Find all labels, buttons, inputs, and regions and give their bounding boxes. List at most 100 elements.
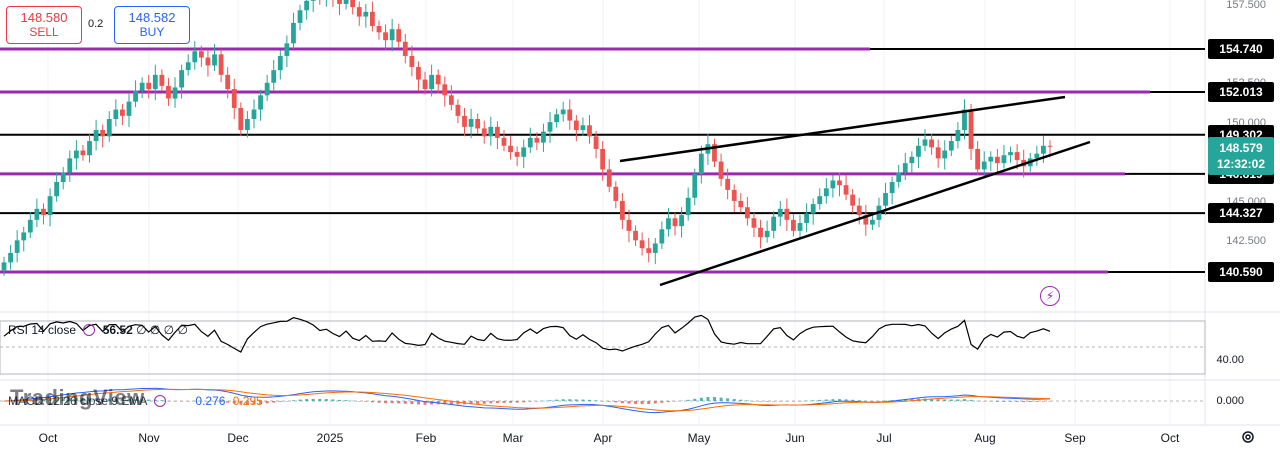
candle[interactable] — [205, 49, 211, 77]
lightning-icon[interactable]: ⚡ — [1040, 286, 1060, 306]
candle[interactable] — [245, 111, 250, 138]
candle[interactable] — [402, 33, 408, 64]
candle[interactable] — [376, 20, 382, 40]
candle[interactable] — [679, 207, 684, 238]
candle[interactable] — [231, 78, 237, 120]
candle[interactable] — [179, 64, 185, 99]
candle[interactable] — [442, 76, 448, 107]
candle[interactable] — [238, 102, 244, 136]
macd-legend[interactable]: MACD 12 26 close 9 EMA 0.276 0.295 — [8, 394, 263, 408]
candle[interactable] — [823, 178, 829, 204]
candle[interactable] — [448, 85, 454, 111]
candle[interactable] — [396, 23, 402, 48]
candle[interactable] — [1008, 146, 1013, 163]
candle[interactable] — [324, 0, 329, 7]
candle[interactable] — [218, 48, 224, 83]
candle[interactable] — [508, 135, 513, 160]
candle[interactable] — [21, 226, 27, 252]
candle[interactable] — [718, 153, 724, 187]
candle[interactable] — [659, 221, 665, 249]
candle[interactable] — [744, 196, 750, 226]
candle[interactable] — [751, 212, 757, 238]
candle[interactable] — [258, 89, 263, 121]
candle[interactable] — [771, 211, 777, 239]
eye-icon[interactable] — [83, 324, 96, 336]
candle[interactable] — [652, 237, 658, 265]
candle[interactable] — [488, 116, 494, 146]
candle[interactable] — [547, 111, 553, 143]
candle[interactable] — [804, 203, 809, 233]
candle[interactable] — [343, 0, 349, 10]
candle[interactable] — [54, 171, 60, 202]
candle[interactable] — [106, 111, 112, 142]
candle[interactable] — [521, 139, 527, 168]
candle[interactable] — [573, 115, 579, 142]
candle[interactable] — [863, 204, 869, 236]
candle[interactable] — [67, 150, 73, 182]
candle[interactable] — [41, 203, 46, 225]
candle[interactable] — [172, 77, 178, 108]
candle[interactable] — [251, 99, 257, 129]
candle[interactable] — [277, 50, 283, 80]
candle[interactable] — [994, 148, 1000, 175]
candle[interactable] — [896, 164, 902, 188]
sell-button[interactable]: 148.580 SELL — [6, 6, 82, 44]
rsi-legend[interactable]: RSI 14 close 56.52 ∅ ∅ ∅ ∅ — [8, 323, 188, 337]
candle[interactable] — [797, 215, 803, 239]
candle[interactable] — [909, 151, 915, 173]
candle[interactable] — [139, 77, 145, 99]
candle[interactable] — [988, 151, 994, 171]
candle[interactable] — [764, 220, 770, 243]
candle[interactable] — [922, 129, 928, 152]
candle[interactable] — [225, 66, 231, 99]
candle[interactable] — [560, 101, 566, 122]
candle[interactable] — [639, 232, 645, 256]
candle[interactable] — [87, 133, 92, 163]
candle[interactable] — [580, 117, 586, 136]
candle[interactable] — [455, 99, 461, 124]
candle[interactable] — [284, 35, 290, 68]
candle[interactable] — [389, 18, 395, 52]
candle[interactable] — [356, 1, 362, 26]
candle[interactable] — [929, 133, 934, 155]
candle[interactable] — [902, 152, 908, 180]
candle[interactable] — [843, 174, 849, 201]
candle[interactable] — [501, 130, 507, 152]
candle[interactable] — [948, 135, 954, 157]
candle[interactable] — [731, 184, 737, 213]
candle[interactable] — [685, 187, 691, 221]
candle[interactable] — [310, 0, 316, 12]
candle[interactable] — [468, 108, 474, 139]
candle[interactable] — [73, 140, 79, 170]
candle[interactable] — [185, 54, 191, 76]
candle[interactable] — [837, 172, 842, 197]
candle[interactable] — [777, 200, 783, 226]
candle[interactable] — [850, 189, 856, 214]
candle[interactable] — [784, 198, 790, 232]
candle[interactable] — [475, 113, 481, 134]
candle[interactable] — [606, 159, 612, 193]
candle[interactable] — [830, 174, 836, 198]
candle[interactable] — [514, 146, 520, 167]
candle[interactable] — [712, 138, 717, 168]
candle[interactable] — [672, 212, 678, 236]
candle[interactable] — [8, 245, 13, 270]
candle[interactable] — [113, 99, 119, 127]
candle[interactable] — [80, 144, 86, 161]
candle[interactable] — [264, 74, 270, 101]
candle[interactable] — [60, 167, 66, 190]
candle[interactable] — [527, 127, 533, 153]
candle[interactable] — [146, 74, 152, 99]
candle[interactable] — [567, 99, 573, 130]
candle[interactable] — [462, 107, 467, 137]
candle[interactable] — [304, 0, 310, 20]
candle[interactable] — [126, 93, 132, 128]
candle[interactable] — [587, 115, 592, 144]
candle[interactable] — [494, 121, 500, 150]
candle[interactable] — [435, 69, 441, 94]
chart-canvas[interactable] — [0, 0, 1280, 456]
buy-button[interactable]: 148.582 BUY — [114, 6, 190, 44]
candle[interactable] — [337, 0, 342, 16]
candle[interactable] — [1001, 144, 1007, 169]
candle[interactable] — [291, 12, 296, 49]
